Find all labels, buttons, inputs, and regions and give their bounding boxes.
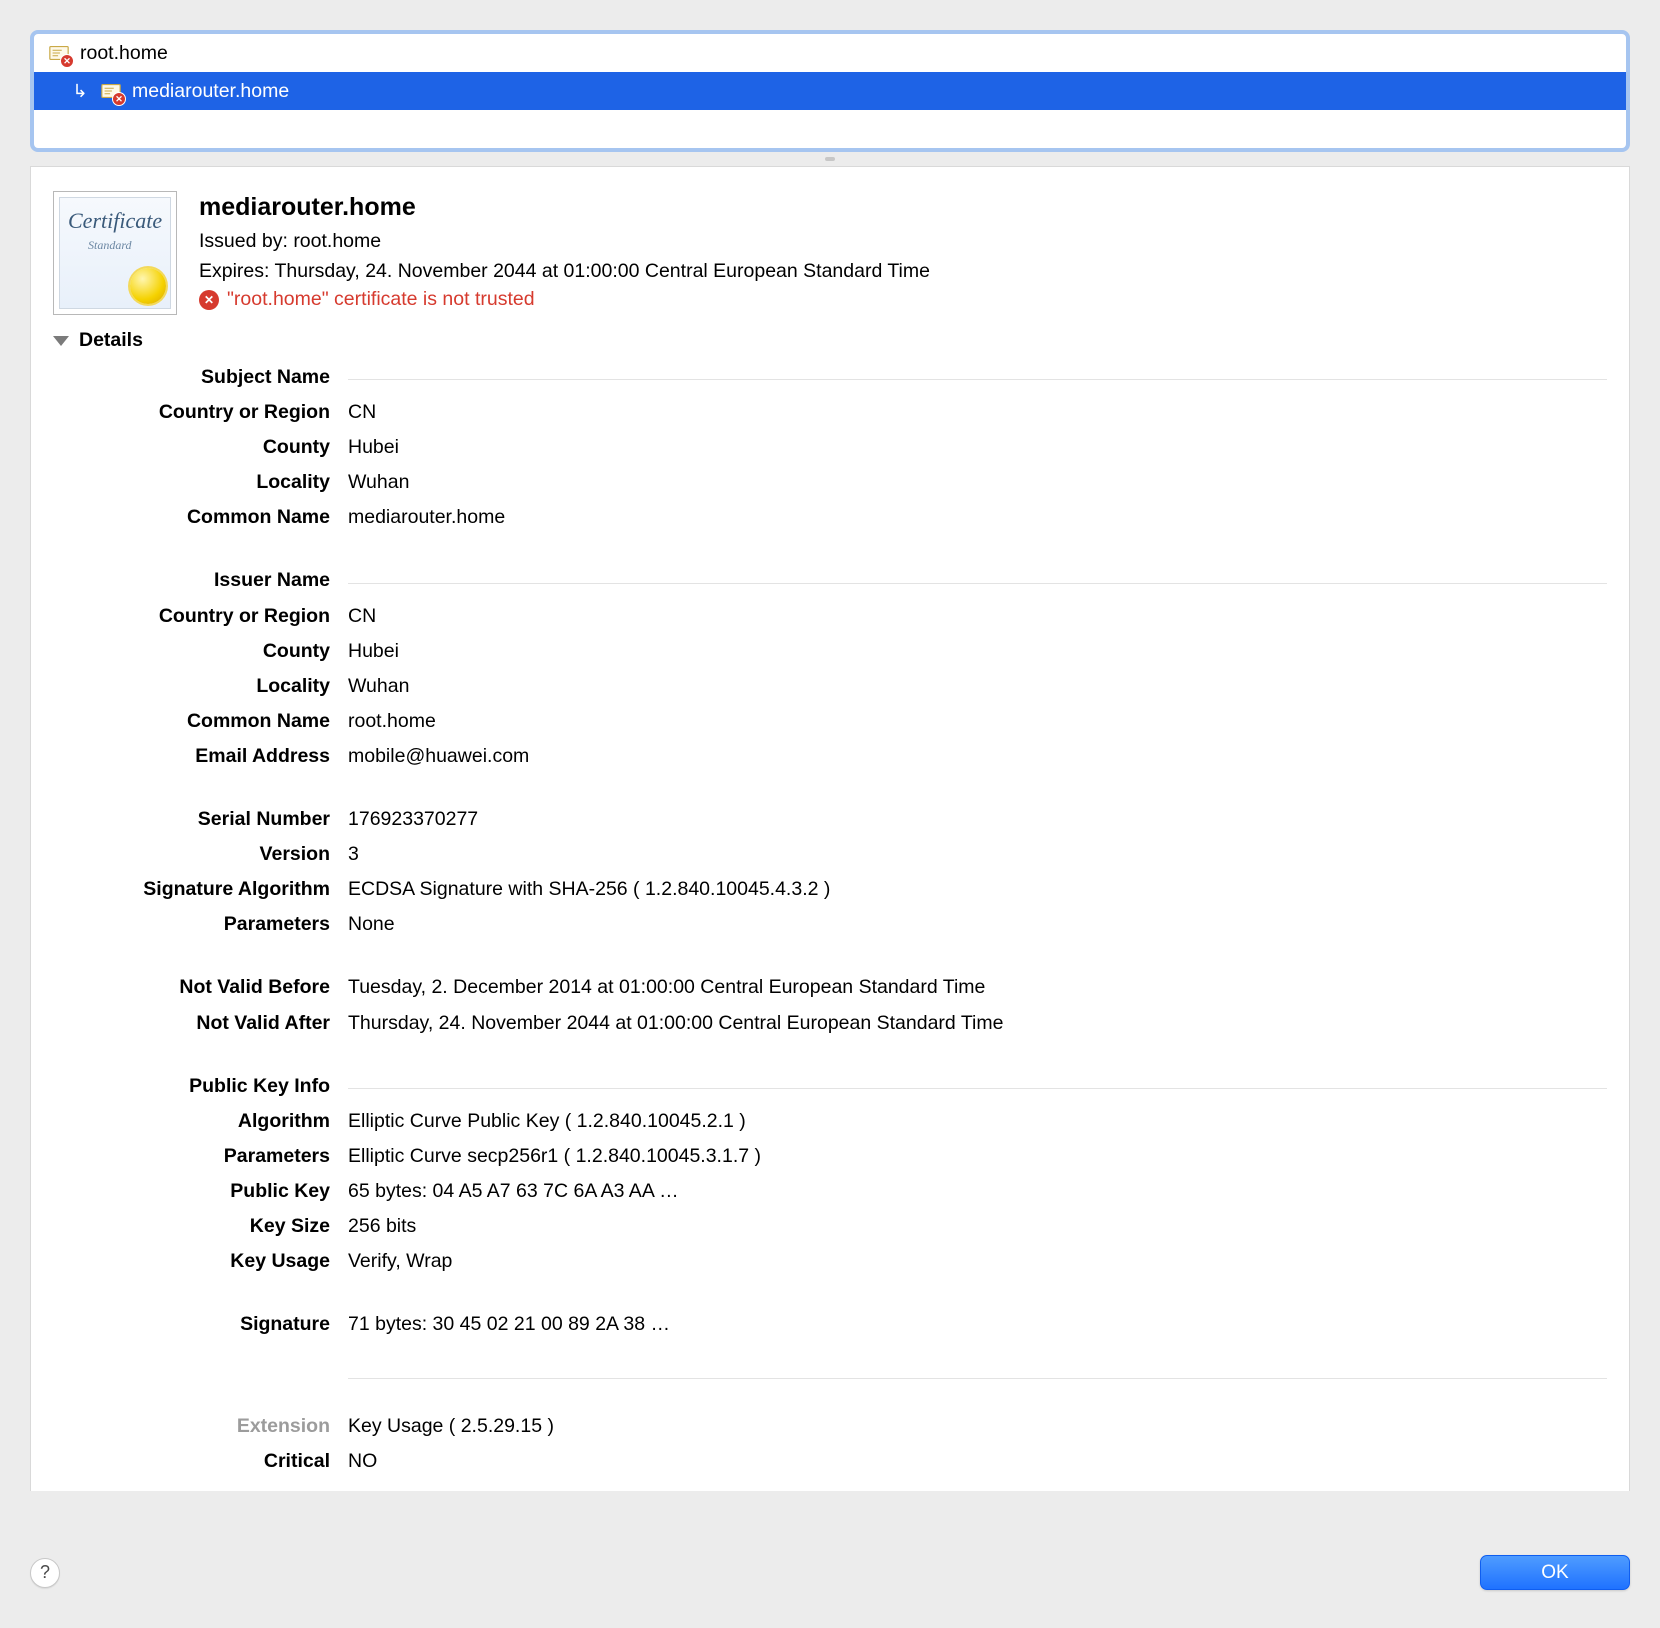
field-not-valid-after: Not Valid AfterThursday, 24. November 20… — [53, 1006, 1607, 1041]
child-arrow-icon: ↳ — [70, 81, 90, 102]
dialog-footer: ? OK — [30, 1547, 1630, 1598]
field-key-usage: Key UsageVerify, Wrap — [53, 1244, 1607, 1279]
trust-error-line: "root.home" certificate is not trusted — [199, 288, 930, 311]
cert-tree-row-root[interactable]: root.home — [34, 34, 1626, 72]
certificate-header: Certificate Standard mediarouter.home Is… — [53, 191, 1607, 315]
section-public-key-info: Public Key Info — [53, 1069, 1607, 1104]
field-critical: CriticalNO — [53, 1444, 1607, 1479]
issued-by-line: Issued by: root.home — [199, 226, 930, 256]
field-key-size: Key Size256 bits — [53, 1209, 1607, 1244]
field-subject-country: Country or RegionCN — [53, 395, 1607, 430]
section-subject-name: Subject Name — [53, 360, 1607, 395]
field-signature-algorithm: Signature AlgorithmECDSA Signature with … — [53, 872, 1607, 907]
help-button[interactable]: ? — [30, 1558, 60, 1588]
field-issuer-locality: LocalityWuhan — [53, 669, 1607, 704]
cert-tree-child-label: mediarouter.home — [132, 80, 289, 103]
field-sig-parameters: ParametersNone — [53, 907, 1607, 942]
cert-tree-row-child[interactable]: ↳ mediarouter.home — [34, 72, 1626, 110]
field-pk-algorithm: AlgorithmElliptic Curve Public Key ( 1.2… — [53, 1104, 1607, 1139]
certificate-icon — [100, 80, 122, 102]
certificate-detail-panel: Certificate Standard mediarouter.home Is… — [30, 166, 1630, 1491]
field-serial-number: Serial Number176923370277 — [53, 802, 1607, 837]
field-pk-parameters: ParametersElliptic Curve secp256r1 ( 1.2… — [53, 1139, 1607, 1174]
certificate-large-icon: Certificate Standard — [53, 191, 177, 315]
field-version: Version3 — [53, 837, 1607, 872]
pane-splitter[interactable] — [30, 152, 1630, 166]
error-icon — [199, 290, 219, 310]
cert-tree-root-label: root.home — [80, 42, 168, 65]
expires-line: Expires: Thursday, 24. November 2044 at … — [199, 256, 930, 286]
field-signature: Signature71 bytes: 30 45 02 21 00 89 2A … — [53, 1307, 1607, 1342]
field-issuer-common-name: Common Nameroot.home — [53, 704, 1607, 739]
field-subject-common-name: Common Namemediarouter.home — [53, 500, 1607, 535]
details-disclosure[interactable]: Details — [53, 329, 1607, 352]
field-issuer-country: Country or RegionCN — [53, 599, 1607, 634]
certificate-chain-tree[interactable]: root.home ↳ mediarouter.home — [30, 30, 1630, 152]
ok-button[interactable]: OK — [1480, 1555, 1630, 1590]
certificate-dialog: root.home ↳ mediarouter.home Certificate… — [30, 30, 1630, 1598]
certificate-icon — [48, 42, 70, 64]
field-issuer-email: Email Addressmobile@huawei.com — [53, 739, 1607, 774]
field-extension: ExtensionKey Usage ( 2.5.29.15 ) — [53, 1409, 1607, 1444]
cert-tree-spacer — [34, 110, 1626, 148]
divider — [53, 1368, 1607, 1389]
field-not-valid-before: Not Valid BeforeTuesday, 2. December 201… — [53, 970, 1607, 1005]
details-label: Details — [79, 329, 143, 352]
certificate-title: mediarouter.home — [199, 193, 930, 222]
chevron-down-icon — [53, 336, 69, 346]
field-subject-county: CountyHubei — [53, 430, 1607, 465]
section-issuer-name: Issuer Name — [53, 563, 1607, 598]
field-issuer-county: CountyHubei — [53, 634, 1607, 669]
field-subject-locality: LocalityWuhan — [53, 465, 1607, 500]
field-public-key: Public Key65 bytes: 04 A5 A7 63 7C 6A A3… — [53, 1174, 1607, 1209]
